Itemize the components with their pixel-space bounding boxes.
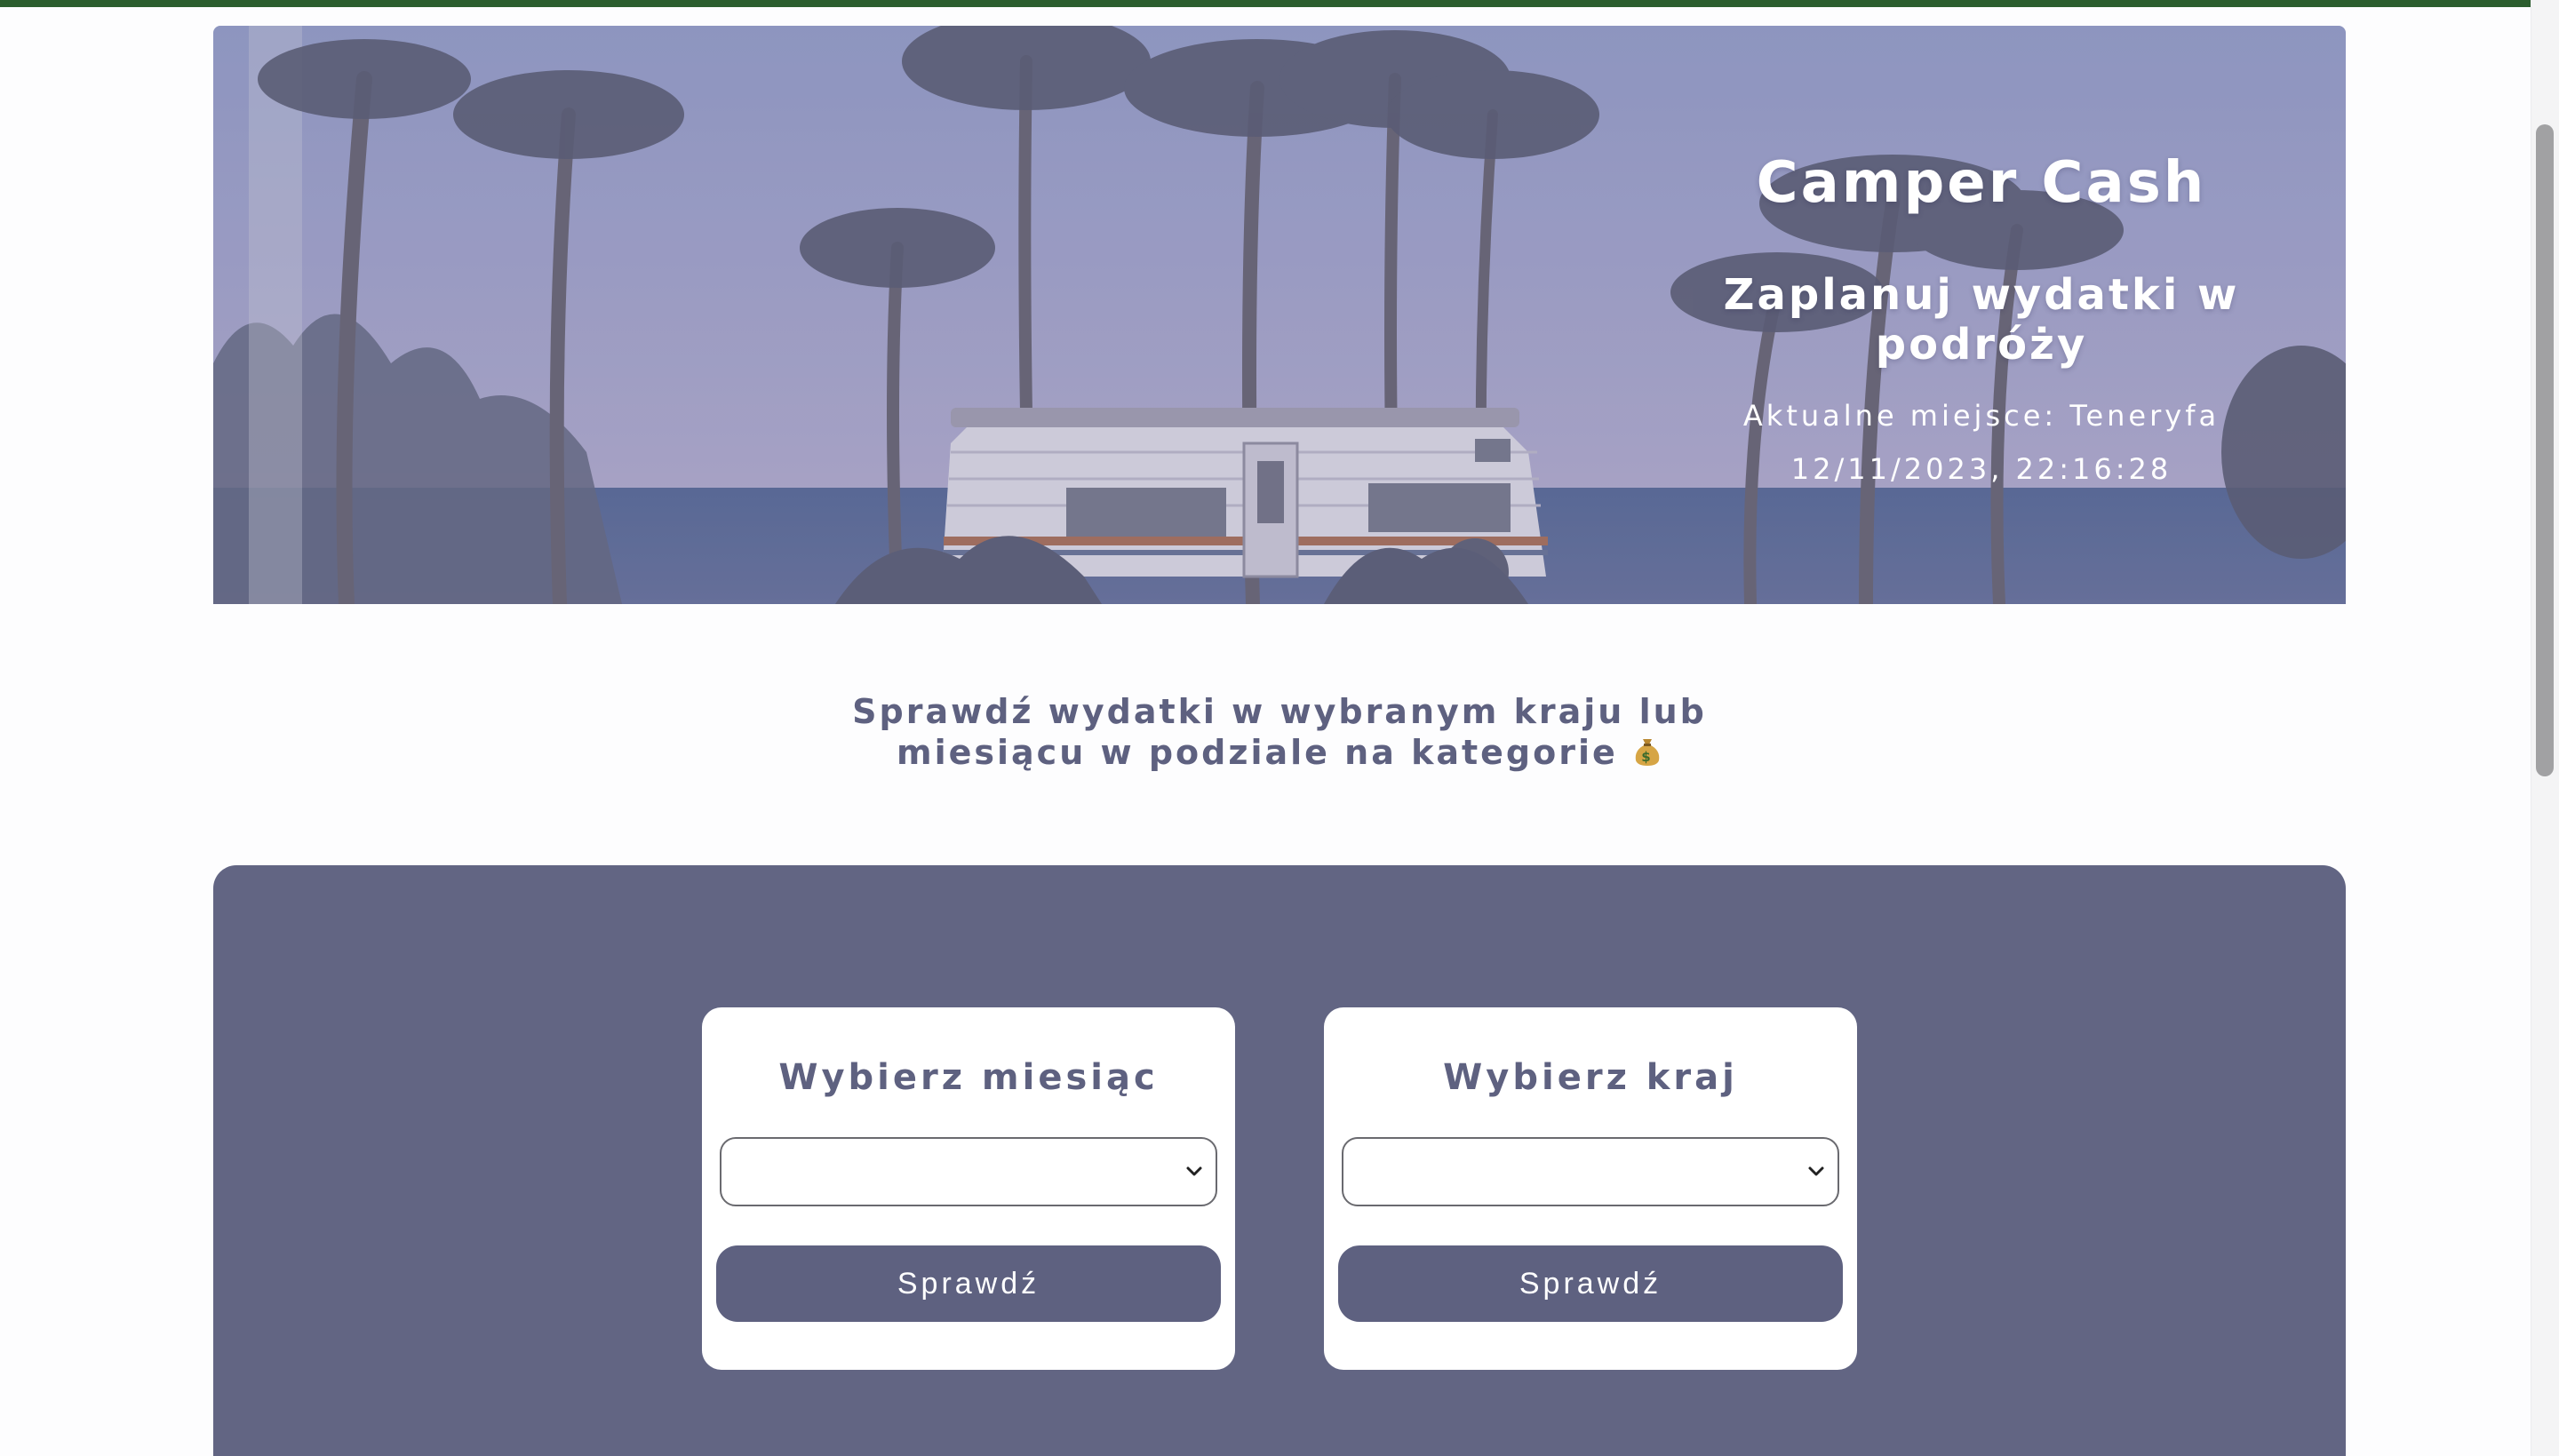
money-bag-icon: $ <box>1632 733 1662 772</box>
hero-text-block: Camper Cash Zaplanuj wydatki w podróży A… <box>1617 26 2346 604</box>
section-heading-line2-wrap: miesiącu w podziale na kategorie $ <box>746 732 1813 773</box>
month-select-label: Wybierz miesiąc <box>778 1057 1159 1098</box>
country-select[interactable] <box>1342 1137 1839 1206</box>
hero-banner: Camper Cash Zaplanuj wydatki w podróży A… <box>213 26 2346 604</box>
svg-text:$: $ <box>1641 749 1653 765</box>
app-title: Camper Cash <box>1756 150 2207 216</box>
current-datetime: 12/11/2023, 22:16:28 <box>1790 452 2172 486</box>
month-filter-card: Wybierz miesiąc Sprawdź <box>702 1007 1235 1370</box>
chevron-down-icon <box>1808 1166 1824 1176</box>
app-subtitle: Zaplanuj wydatki w podróży <box>1723 270 2240 370</box>
section-heading-line1: Sprawdź wydatki w wybranym kraju lub <box>852 692 1707 731</box>
chevron-down-icon <box>1186 1166 1202 1176</box>
check-country-button[interactable]: Sprawdź <box>1338 1245 1843 1322</box>
expense-filter-panel: Wybierz miesiąc Sprawdź Wybierz kraj Spr… <box>213 865 2346 1456</box>
month-select[interactable] <box>720 1137 1217 1206</box>
vertical-scrollbar[interactable] <box>2531 0 2559 1456</box>
top-accent-bar <box>0 0 2559 7</box>
country-select-label: Wybierz kraj <box>1443 1057 1738 1098</box>
country-filter-card: Wybierz kraj Sprawdź <box>1324 1007 1857 1370</box>
check-month-button[interactable]: Sprawdź <box>716 1245 1221 1322</box>
section-heading-line2: miesiącu w podziale na kategorie <box>897 733 1618 772</box>
section-heading: Sprawdź wydatki w wybranym kraju lub mie… <box>746 691 1813 773</box>
current-location: Aktualne miejsce: Teneryfa <box>1742 399 2220 433</box>
scrollbar-thumb[interactable] <box>2536 124 2554 776</box>
